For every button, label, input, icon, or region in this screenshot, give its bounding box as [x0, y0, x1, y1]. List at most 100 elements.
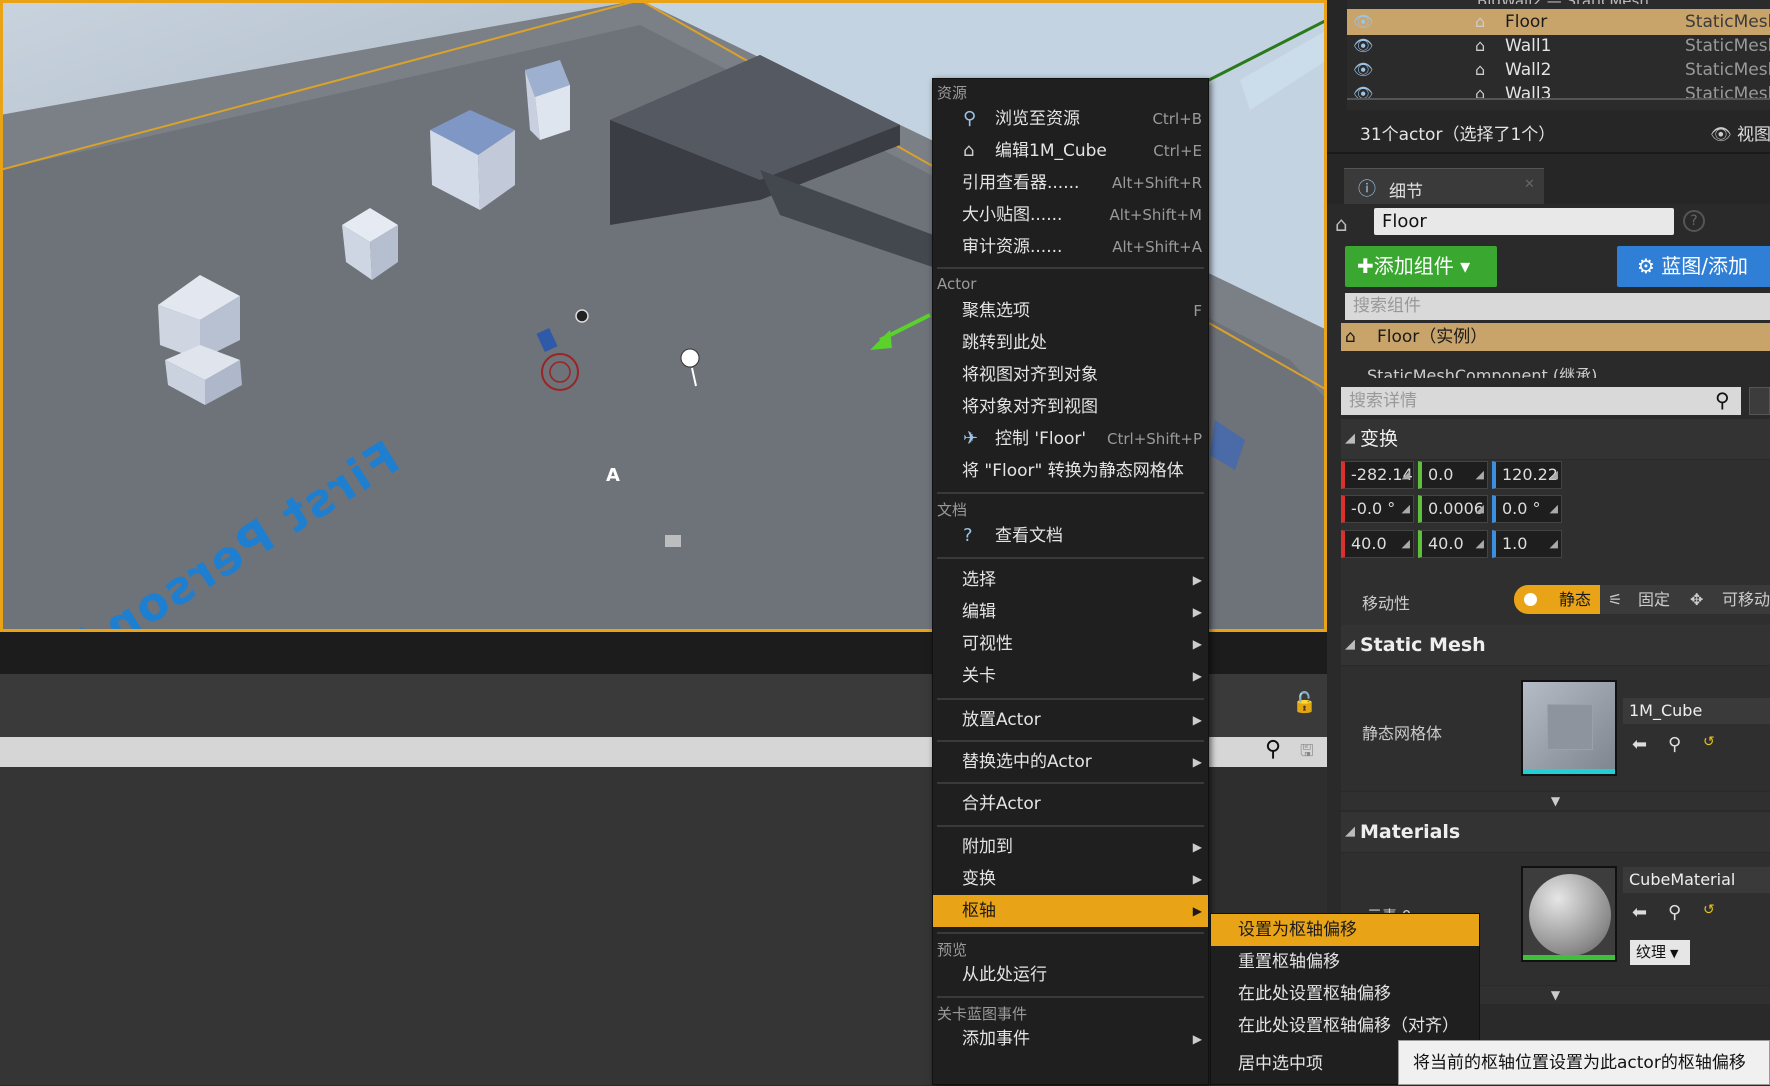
lock-icon[interactable]: 🔓: [1292, 690, 1317, 714]
material-asset-name[interactable]: CubeMaterial: [1623, 867, 1770, 893]
menu-item-reference-viewer[interactable]: 引用查看器...... Alt+Shift+R: [933, 167, 1208, 199]
rotation-x-field[interactable]: -0.0 °: [1341, 495, 1414, 523]
menu-item-play-from-here[interactable]: 从此处运行: [933, 959, 1208, 991]
mesh-asset-icon: ⌂: [963, 140, 975, 161]
add-component-button[interactable]: ✚添加组件 ▾: [1345, 246, 1497, 287]
menu-item-edit[interactable]: 编辑 ▶: [933, 596, 1208, 628]
menu-item-pilot[interactable]: ✈ 控制 'Floor' Ctrl+Shift+P: [933, 423, 1208, 455]
menu-item-size-map[interactable]: 大小贴图...... Alt+Shift+M: [933, 199, 1208, 231]
outliner-row-floor[interactable]: 👁 ⌂ Floor StaticMesh: [1347, 9, 1770, 35]
browse-search-icon[interactable]: ⚲: [1668, 734, 1681, 755]
menu-item-browse-to-asset[interactable]: ⚲ 浏览至资源 Ctrl+B: [933, 103, 1208, 135]
submenu-item-set-pivot-here[interactable]: 在此处设置枢轴偏移: [1211, 978, 1479, 1010]
menu-item-convert-static-mesh[interactable]: 将 "Floor" 转换为静态网格体: [933, 455, 1208, 487]
menu-shortcut: Alt+Shift+R: [1112, 174, 1202, 192]
details-search-input[interactable]: 搜索详情: [1341, 387, 1741, 415]
rotation-y-field[interactable]: 0.0006: [1418, 495, 1488, 523]
menu-item-level[interactable]: 关卡 ▶: [933, 660, 1208, 692]
menu-label: 附加到: [962, 837, 1013, 857]
component-row-staticmesh[interactable]: StaticMeshComponent (继承): [1367, 362, 1597, 378]
menu-item-align-object[interactable]: 将对象对齐到视图: [933, 391, 1208, 423]
search-icon[interactable]: ⚲: [1265, 737, 1281, 762]
actor-count: 31个actor（选择了1个）: [1360, 125, 1556, 145]
section-transform[interactable]: ◢ 变换: [1341, 419, 1770, 459]
material-thumbnail[interactable]: [1521, 866, 1617, 962]
menu-item-edit-asset[interactable]: ⌂ 编辑1M_Cube Ctrl+E: [933, 135, 1208, 167]
menu-item-merge-actors[interactable]: 合并Actor: [933, 788, 1208, 820]
eye-icon[interactable]: 👁: [1353, 57, 1373, 83]
section-materials[interactable]: ◢ Materials: [1341, 812, 1770, 852]
outliner-name: Wall1: [1505, 36, 1552, 56]
menu-item-view-docs[interactable]: ? 查看文档: [933, 520, 1208, 552]
menu-section-docs: 文档: [937, 501, 968, 519]
browse-search-icon[interactable]: ⚲: [1668, 902, 1681, 923]
texture-dropdown[interactable]: 纹理 ▼: [1630, 940, 1690, 965]
menu-item-align-view[interactable]: 将视图对齐到对象: [933, 359, 1208, 391]
menu-item-select[interactable]: 选择 ▶: [933, 564, 1208, 596]
menu-item-audit-assets[interactable]: 审计资源...... Alt+Shift+A: [933, 231, 1208, 263]
location-x-field[interactable]: -282.14: [1341, 461, 1414, 489]
location-y-field[interactable]: 0.0: [1418, 461, 1488, 489]
use-selected-arrow-icon[interactable]: ⬅: [1632, 902, 1647, 923]
reset-icon[interactable]: ↺: [1703, 902, 1715, 918]
scale-z-field[interactable]: 1.0: [1492, 530, 1562, 558]
menu-label: 关卡: [962, 666, 996, 686]
close-icon[interactable]: ✕: [1524, 177, 1535, 192]
help-icon[interactable]: ?: [1683, 210, 1705, 232]
scale-x-field[interactable]: 40.0: [1341, 530, 1414, 558]
mobility-static-toggle[interactable]: 静态: [1514, 585, 1600, 614]
eye-icon[interactable]: 👁: [1353, 9, 1373, 35]
component-row-instance[interactable]: ⌂ Floor（实例）: [1341, 323, 1770, 351]
reset-icon[interactable]: ↺: [1703, 734, 1715, 750]
actor-icon: ⌂: [1335, 212, 1348, 236]
menu-item-jump-here[interactable]: 跳转到此处: [933, 327, 1208, 359]
menu-separator: [937, 267, 1204, 269]
menu-item-transform[interactable]: 变换 ▶: [933, 863, 1208, 895]
submenu-item-set-pivot-here-snapped[interactable]: 在此处设置枢轴偏移（对齐）: [1211, 1010, 1479, 1042]
mobility-label: 移动性: [1362, 594, 1411, 613]
mobility-fixed-toggle[interactable]: ⚟ 固定: [1600, 585, 1684, 614]
actor-name-field[interactable]: Floor: [1374, 208, 1674, 235]
outliner-row-wall2[interactable]: 👁 ⌂ Wall2 StaticMesh: [1347, 57, 1770, 83]
view-options-grid-button[interactable]: [1749, 387, 1770, 415]
static-mesh-thumbnail[interactable]: [1521, 680, 1617, 776]
menu-item-pivot[interactable]: 枢轴 ▶: [933, 895, 1208, 927]
section-static-mesh[interactable]: ◢ Static Mesh: [1341, 625, 1770, 665]
menu-label: 浏览至资源: [995, 109, 1080, 129]
component-search-input[interactable]: 搜索组件: [1345, 293, 1770, 320]
outliner-row-wall1[interactable]: 👁 ⌂ Wall1 StaticMesh: [1347, 33, 1770, 59]
actor-icon: ⌂: [1345, 327, 1356, 347]
use-selected-arrow-icon[interactable]: ⬅: [1632, 734, 1647, 755]
rotation-z-field[interactable]: 0.0 °: [1492, 495, 1562, 523]
eye-icon[interactable]: 👁: [1353, 33, 1373, 59]
location-z-field[interactable]: 120.22: [1492, 461, 1562, 489]
scale-y-field[interactable]: 40.0: [1418, 530, 1488, 558]
submenu-item-set-pivot-offset[interactable]: 设置为枢轴偏移: [1211, 914, 1479, 946]
mobility-movable-toggle[interactable]: ✥ 可移动: [1684, 585, 1770, 614]
content-search-input[interactable]: [0, 737, 935, 767]
menu-item-attach-to[interactable]: 附加到 ▶: [933, 831, 1208, 863]
info-icon: ⓘ: [1358, 179, 1376, 200]
save-icon[interactable]: 🖫: [1300, 740, 1314, 767]
outliner-name: Floor: [1505, 12, 1548, 32]
static-mesh-asset-name[interactable]: 1M_Cube: [1623, 698, 1770, 724]
cube-1[interactable]: [525, 60, 570, 140]
menu-label: 查看文档: [995, 526, 1063, 546]
tab-details[interactable]: ⓘ 细节 ✕: [1344, 168, 1544, 204]
menu-item-replace-actor[interactable]: 替换选中的Actor ▶: [933, 746, 1208, 778]
submenu-item-reset-pivot-offset[interactable]: 重置枢轴偏移: [1211, 946, 1479, 978]
eye-icon[interactable]: 👁: [1353, 81, 1373, 98]
menu-section-assets: 资源: [937, 84, 968, 102]
menu-item-visibility[interactable]: 可视性 ▶: [933, 628, 1208, 660]
menu-label: 可视性: [962, 634, 1013, 654]
view-options-button[interactable]: 👁 视图: [1710, 120, 1770, 145]
menu-item-focus[interactable]: 聚焦选项 F: [933, 295, 1208, 327]
menu-item-place-actor[interactable]: 放置Actor ▶: [933, 704, 1208, 736]
outliner-row-wall3[interactable]: 👁 ⌂ Wall3 StaticMesh: [1347, 81, 1770, 98]
menu-item-add-event[interactable]: 添加事件 ▶: [933, 1023, 1208, 1055]
blueprint-add-script-button[interactable]: ⚙ 蓝图/添加: [1617, 246, 1770, 287]
radio-dot: [1524, 593, 1537, 606]
sphere-preview: [1529, 874, 1611, 956]
expand-more-button[interactable]: ▼: [1341, 792, 1770, 810]
section-title: Static Mesh: [1360, 634, 1486, 656]
